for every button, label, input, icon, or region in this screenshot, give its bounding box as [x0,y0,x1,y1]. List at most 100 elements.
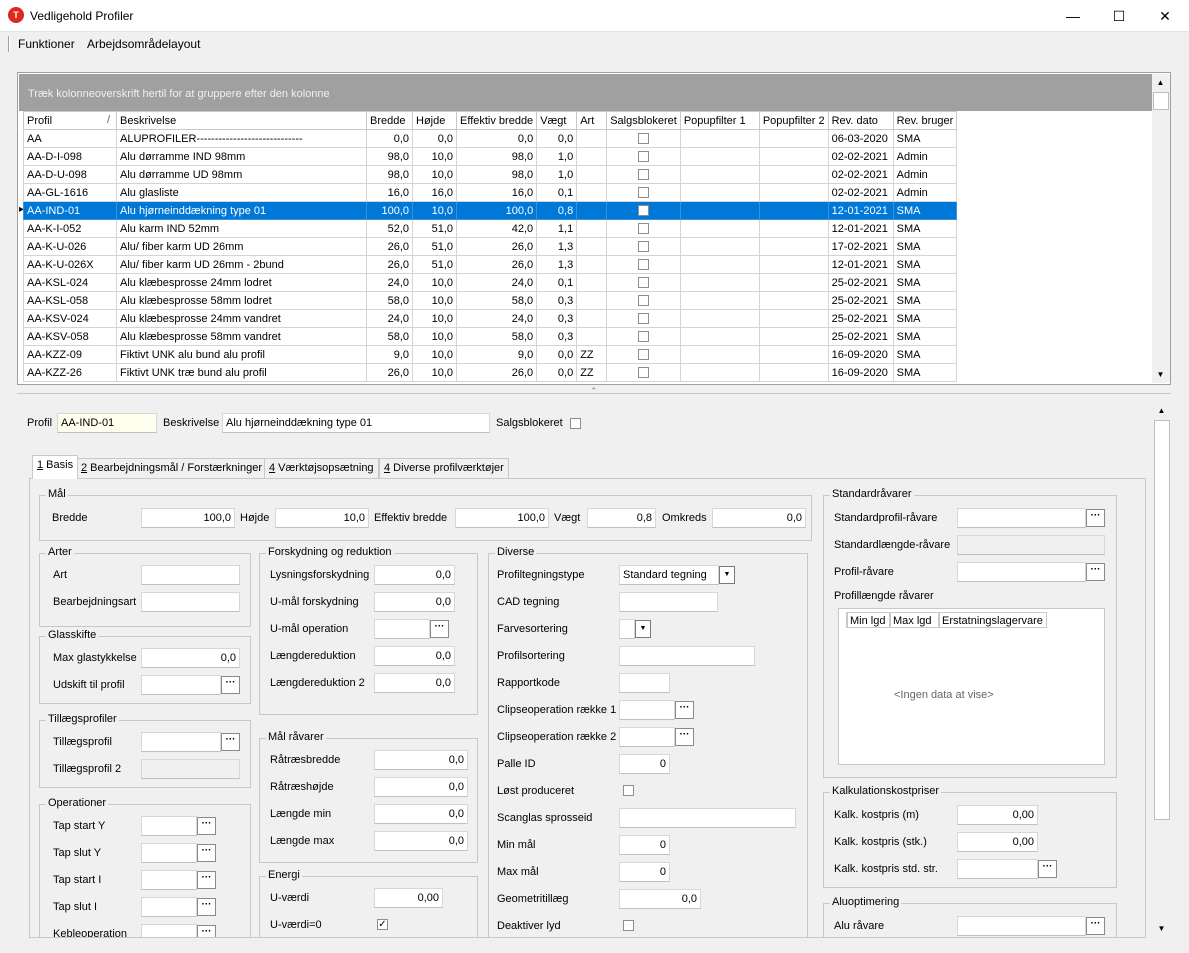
table-cell[interactable]: 25-02-2021 [827,309,894,328]
clipse1-input[interactable] [619,700,675,720]
table-row[interactable]: AA-KSV-024 Alu klæbesprosse 24mm vandret 2… [23,309,958,328]
table-cell[interactable]: 9,0 [366,345,413,364]
farvesortering-select[interactable] [619,619,635,639]
table-cell[interactable] [576,327,608,346]
table-cell[interactable]: 26,0 [455,237,538,256]
table-cell[interactable]: Fiktivt UNK alu bund alu profil [116,345,367,364]
table-cell[interactable]: 0,0 [536,129,578,148]
table-cell[interactable] [576,255,608,274]
min-maal-input[interactable]: 0 [619,835,670,855]
profilsortering-input[interactable] [619,646,755,666]
salgsblokeret-cell-checkbox[interactable] [638,313,650,325]
table-cell[interactable]: Alu/ fiber karm UD 26mm [116,237,367,256]
bearbejdningsart-input[interactable] [141,592,240,612]
table-cell[interactable] [679,309,760,328]
table-cell[interactable] [758,309,829,328]
table-cell[interactable]: 100,0 [455,201,538,220]
table-cell[interactable]: 52,0 [366,219,413,238]
table-cell[interactable]: Alu klæbesprosse 58mm lodret [116,291,367,310]
table-cell[interactable]: 51,0 [412,237,457,256]
table-cell[interactable]: ALUPROFILER----------------------------- [116,129,367,148]
table-cell[interactable]: 100,0 [366,201,413,220]
table-cell[interactable]: SMA [892,291,958,310]
table-cell[interactable]: 26,0 [455,363,538,382]
operation-lookup-button[interactable]: ··· [197,817,216,835]
table-cell[interactable]: 25-02-2021 [827,273,894,292]
salgsblokeret-cell-checkbox[interactable] [638,169,650,181]
table-cell[interactable]: AA-KZZ-09 [23,345,117,364]
detail-scroll-down-icon[interactable]: ▼ [1153,920,1170,937]
col-header[interactable]: Beskrivelse [116,111,367,130]
table-row[interactable]: AA-GL-1616 Alu glasliste 16,0 16,0 16,0 0,1 02… [23,183,958,202]
table-cell[interactable] [576,201,608,220]
table-row[interactable]: AA-K-U-026X Alu/ fiber karm UD 26mm - 2bu… [23,255,958,274]
table-cell[interactable]: 58,0 [455,327,538,346]
table-cell[interactable]: 16-09-2020 [827,363,894,382]
table-cell[interactable] [679,291,760,310]
table-cell[interactable] [679,183,760,202]
table-cell[interactable]: 1,3 [536,237,578,256]
table-cell[interactable]: 58,0 [455,291,538,310]
table-cell[interactable] [606,327,681,346]
col-header[interactable]: Popupfilter 1 [679,111,760,130]
table-cell[interactable]: AA-KSL-058 [23,291,117,310]
col-header[interactable]: Rev. dato [827,111,894,130]
salgsblokeret-cell-checkbox[interactable] [638,331,650,343]
scroll-up-icon[interactable]: ▲ [1152,74,1169,91]
close-button[interactable]: ✕ [1142,0,1188,32]
table-cell[interactable]: 1,3 [536,255,578,274]
table-cell[interactable] [679,147,760,166]
table-cell[interactable]: Admin [892,147,958,166]
kalk-std-lookup-button[interactable]: ··· [1038,860,1057,878]
laengde-min-input[interactable]: 0,0 [374,804,468,824]
vaegt-input[interactable]: 0,8 [587,508,656,528]
table-cell[interactable] [606,201,681,220]
uvaerdi-input[interactable]: 0,00 [374,888,443,908]
laengdereduktion2-input[interactable]: 0,0 [374,673,455,693]
omkreds-input[interactable]: 0,0 [712,508,806,528]
table-cell[interactable]: 98,0 [366,147,413,166]
table-cell[interactable]: 1,1 [536,219,578,238]
table-cell[interactable] [606,183,681,202]
table-cell[interactable]: 02-02-2021 [827,165,894,184]
table-cell[interactable] [679,363,760,382]
table-cell[interactable]: Alu hjørneinddækning type 01 [116,201,367,220]
table-cell[interactable] [576,183,608,202]
raatraeshoejde-input[interactable]: 0,0 [374,777,468,797]
table-cell[interactable]: SMA [892,309,958,328]
table-cell[interactable]: 16,0 [366,183,413,202]
table-cell[interactable]: Alu dørramme UD 98mm [116,165,367,184]
lysningsforskydning-input[interactable]: 0,0 [374,565,455,585]
col-header[interactable]: Vægt [536,111,578,130]
table-cell[interactable]: 51,0 [412,255,457,274]
kalk-std-input[interactable] [957,859,1038,879]
table-cell[interactable] [758,219,829,238]
max-maal-input[interactable]: 0 [619,862,670,882]
cad-tegning-input[interactable] [619,592,718,612]
table-cell[interactable]: 0,0 [455,129,538,148]
table-cell[interactable] [679,327,760,346]
salgsblokeret-cell-checkbox[interactable] [638,349,650,361]
table-cell[interactable]: 0,0 [536,345,578,364]
table-cell[interactable]: 26,0 [455,255,538,274]
laengdereduktion-input[interactable]: 0,0 [374,646,455,666]
table-cell[interactable]: AA-K-I-052 [23,219,117,238]
col-header[interactable]: Popupfilter 2 [758,111,829,130]
table-cell[interactable]: 0,1 [536,183,578,202]
tillaegsprofil-input[interactable] [141,732,221,752]
clipse2-input[interactable] [619,727,675,747]
minimize-button[interactable]: — [1050,0,1096,32]
table-cell[interactable]: 58,0 [366,327,413,346]
table-cell[interactable]: 58,0 [366,291,413,310]
table-cell[interactable]: 16,0 [455,183,538,202]
geometritillaeg-input[interactable]: 0,0 [619,889,701,909]
tab-bearbejdningsmaal[interactable]: 2 Bearbejdningsmål / Forstærkninger [76,458,267,478]
table-cell[interactable]: Fiktivt UNK træ bund alu profil [116,363,367,382]
table-cell[interactable]: AA-D-I-098 [23,147,117,166]
raatraesbredde-input[interactable]: 0,0 [374,750,468,770]
maximize-button[interactable]: ☐ [1096,0,1142,32]
salgsblokeret-cell-checkbox[interactable] [638,151,650,163]
col-header[interactable]: Profil / [23,111,117,130]
table-cell[interactable]: 98,0 [366,165,413,184]
table-cell[interactable]: 1,0 [536,165,578,184]
